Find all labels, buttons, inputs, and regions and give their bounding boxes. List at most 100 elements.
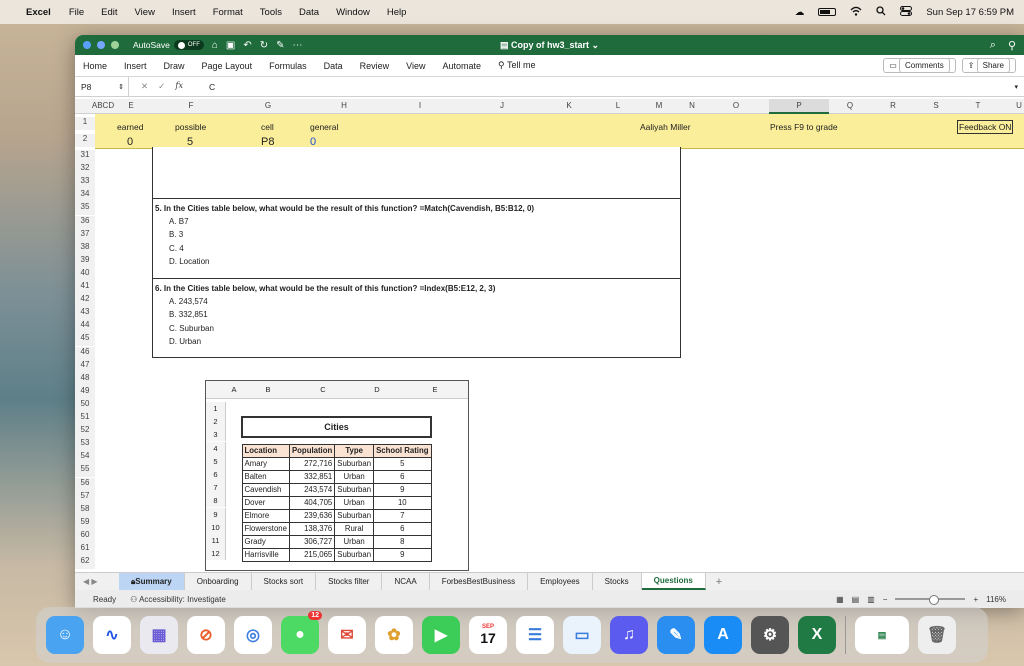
tell-me[interactable]: ⚲ Tell me	[498, 60, 535, 71]
col-header-p[interactable]: P	[796, 101, 801, 110]
sheet-tab-ncaa[interactable]: NCAA	[382, 573, 430, 590]
autosave-toggle[interactable]: OFF	[173, 40, 204, 50]
battery-icon[interactable]	[818, 8, 837, 16]
sheet-tab-stocks-sort[interactable]: Stocks sort	[252, 573, 317, 590]
row-header-41[interactable]: 41	[75, 281, 95, 294]
undo-icon[interactable]: ↶	[243, 40, 251, 51]
launchpad-icon[interactable]: ▦	[140, 616, 178, 654]
row-header-55[interactable]: 55	[75, 464, 95, 478]
tab-page-layout[interactable]: Page Layout	[202, 61, 253, 71]
row-header-60[interactable]: 60	[75, 529, 95, 543]
row-header-1[interactable]: 1	[75, 117, 95, 130]
cancel-icon[interactable]: ✕	[141, 81, 148, 92]
menu-format[interactable]: Format	[213, 7, 243, 18]
redo-icon[interactable]: ↻	[260, 40, 268, 51]
pages-icon[interactable]: ✎	[657, 616, 695, 654]
menubar-clock[interactable]: Sun Sep 17 6:59 PM	[926, 7, 1014, 18]
row-header-62[interactable]: 62	[75, 556, 95, 570]
col-header-s[interactable]: S	[933, 101, 938, 110]
search-icon[interactable]: ⌕	[990, 39, 996, 52]
control-center-icon[interactable]	[900, 5, 913, 19]
row-header-54[interactable]: 54	[75, 451, 95, 465]
page-layout-view-icon[interactable]: ▤	[852, 595, 860, 604]
col-header-f[interactable]: F	[189, 101, 194, 110]
zoom-out-button[interactable]: −	[883, 595, 888, 604]
comments-button[interactable]: ▭ Comments	[883, 58, 956, 73]
col-header-q[interactable]: Q	[847, 101, 853, 110]
row-header-58[interactable]: 58	[75, 503, 95, 517]
sheet-tab-employees[interactable]: Employees	[528, 573, 593, 590]
row-header-56[interactable]: 56	[75, 477, 95, 491]
freeform-icon[interactable]: ∿	[93, 616, 131, 654]
safari-icon[interactable]: ⊘	[187, 616, 225, 654]
enter-icon[interactable]: ✓	[158, 81, 165, 92]
recent-document-icon[interactable]: ▤	[855, 616, 909, 654]
name-box-stepper-icon[interactable]: ⇕	[118, 83, 124, 91]
tab-review[interactable]: Review	[360, 61, 390, 71]
col-header-k[interactable]: K	[566, 101, 571, 110]
save-icon[interactable]: ▣	[226, 40, 235, 51]
excel-icon[interactable]: X	[798, 616, 836, 654]
col-header-h[interactable]: H	[341, 101, 347, 110]
sheet-tab-stocks[interactable]: Stocks	[593, 573, 642, 590]
tab-view[interactable]: View	[406, 61, 425, 71]
row-header-2[interactable]: 2	[75, 134, 95, 147]
press-f9-note[interactable]: Press F9 to grade	[770, 122, 838, 132]
earned-value[interactable]: 0	[127, 136, 133, 148]
edit-icon[interactable]: ✎	[276, 40, 284, 51]
col-header-t[interactable]: T	[976, 101, 981, 110]
share-button[interactable]: ⇪ Share	[961, 58, 1016, 73]
zoom-slider[interactable]	[895, 595, 966, 605]
cities-table-image[interactable]: A B C D E 1 2 3 4 5 6 7 8 9 10 11 12 Cities Locatio…	[205, 380, 469, 571]
row-header-51[interactable]: 51	[75, 412, 95, 425]
facetime-icon[interactable]: ▶	[422, 616, 460, 654]
fx-icon[interactable]: fx	[175, 81, 183, 92]
zoom-window-button[interactable]	[111, 41, 119, 49]
tab-data[interactable]: Data	[324, 61, 343, 71]
expand-formula-icon[interactable]: ▾	[1014, 83, 1018, 91]
trash-icon[interactable]: 🗑︎	[918, 616, 956, 654]
sheet-tab-summary[interactable]: 🔒︎ Summary	[119, 573, 185, 590]
notes-icon[interactable]: ▭	[563, 616, 601, 654]
col-header-abcd[interactable]: ABCD	[92, 101, 114, 110]
reminders-icon[interactable]: ☰	[516, 616, 554, 654]
row-header-38[interactable]: 38	[75, 241, 95, 255]
col-header-m[interactable]: M	[656, 101, 663, 110]
worksheet-grid[interactable]: ABCD E F G H I J K L M N O P Q R S T U 1…	[75, 99, 1024, 572]
home-icon[interactable]: ⌂	[212, 40, 218, 51]
account-icon[interactable]: ⚲	[1008, 39, 1016, 52]
more-icon[interactable]: ⋯	[293, 40, 303, 51]
menu-edit[interactable]: Edit	[101, 7, 117, 18]
tab-formulas[interactable]: Formulas	[269, 61, 307, 71]
col-header-g[interactable]: G	[265, 101, 271, 110]
question-6-box[interactable]: 6. In the Cities table below, what would…	[152, 278, 681, 358]
menu-window[interactable]: Window	[336, 7, 370, 18]
row-header-34[interactable]: 34	[75, 189, 95, 203]
row-header-47[interactable]: 47	[75, 359, 95, 373]
tab-automate[interactable]: Automate	[443, 61, 482, 71]
row-header-37[interactable]: 37	[75, 228, 95, 242]
menu-tools[interactable]: Tools	[260, 7, 282, 18]
row-header-39[interactable]: 39	[75, 254, 95, 268]
sheet-tab-stocks-filter[interactable]: Stocks filter	[316, 573, 383, 590]
row-header-31[interactable]: 31	[75, 150, 95, 163]
tab-insert[interactable]: Insert	[124, 61, 147, 71]
row-header-42[interactable]: 42	[75, 294, 95, 308]
label-cell[interactable]: cell	[261, 122, 274, 132]
tab-home[interactable]: Home	[83, 61, 107, 71]
sheet-tab-forbes[interactable]: ForbesBestBusiness	[430, 573, 529, 590]
sheet-nav-arrows[interactable]: ◀ ▶	[83, 577, 119, 586]
col-header-r[interactable]: R	[890, 101, 896, 110]
menu-help[interactable]: Help	[387, 7, 407, 18]
cloud-icon[interactable]: ☁	[795, 7, 805, 18]
row-header-53[interactable]: 53	[75, 438, 95, 452]
menu-insert[interactable]: Insert	[172, 7, 196, 18]
sheet-tab-onboarding[interactable]: Onboarding	[185, 573, 252, 590]
col-header-o[interactable]: O	[733, 101, 739, 110]
music-icon[interactable]: ♫	[610, 616, 648, 654]
row-header-57[interactable]: 57	[75, 490, 95, 504]
photos-icon[interactable]: ✿	[375, 616, 413, 654]
document-title-text[interactable]: Copy of hw3_start	[511, 40, 589, 50]
calendar-icon[interactable]: SEP 17	[469, 616, 507, 654]
accessibility-status[interactable]: ⚇ Accessibility: Investigate	[130, 595, 226, 604]
